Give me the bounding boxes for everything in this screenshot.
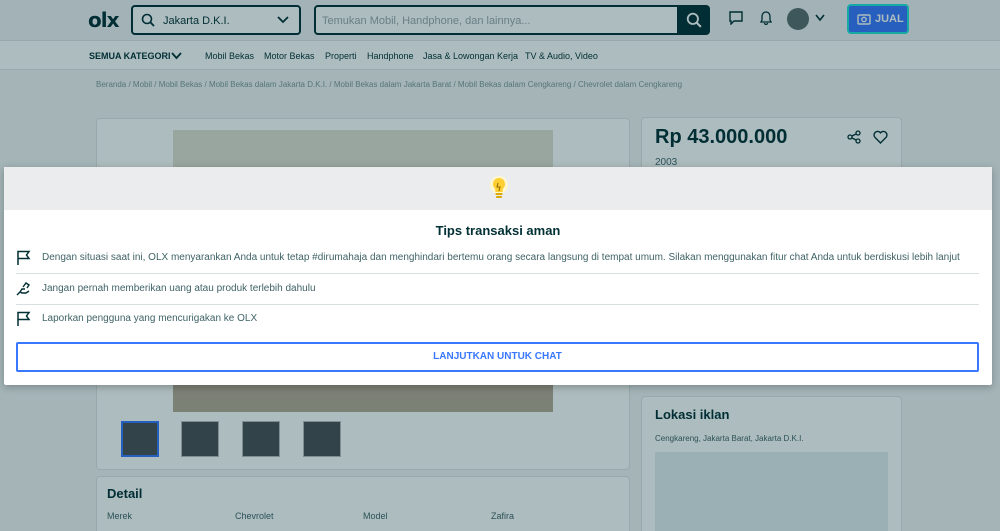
tip-item: Laporkan pengguna yang mencurigakan ke O… — [16, 305, 979, 335]
tip-text: Jangan pernah memberikan uang atau produ… — [42, 283, 316, 294]
hand-money-icon — [16, 282, 30, 296]
tip-text: Laporkan pengguna yang mencurigakan ke O… — [42, 313, 258, 324]
safety-tips-dialog: Tips transaksi aman Dengan situasi saat … — [4, 167, 992, 385]
tip-item: Dengan situasi saat ini, OLX menyarankan… — [16, 244, 979, 274]
flag-icon — [17, 311, 31, 326]
lightbulb-icon — [490, 176, 508, 198]
continue-to-chat-button[interactable]: LANJUTKAN UNTUK CHAT — [16, 342, 979, 372]
tip-text: Dengan situasi saat ini, OLX menyarankan… — [42, 252, 960, 263]
dialog-title: Tips transaksi aman — [435, 223, 561, 238]
tip-item: Jangan pernah memberikan uang atau produ… — [16, 275, 979, 305]
flag-icon — [17, 250, 31, 265]
dialog-header — [4, 167, 992, 210]
continue-to-chat-label: LANJUTKAN UNTUK CHAT — [433, 351, 562, 362]
